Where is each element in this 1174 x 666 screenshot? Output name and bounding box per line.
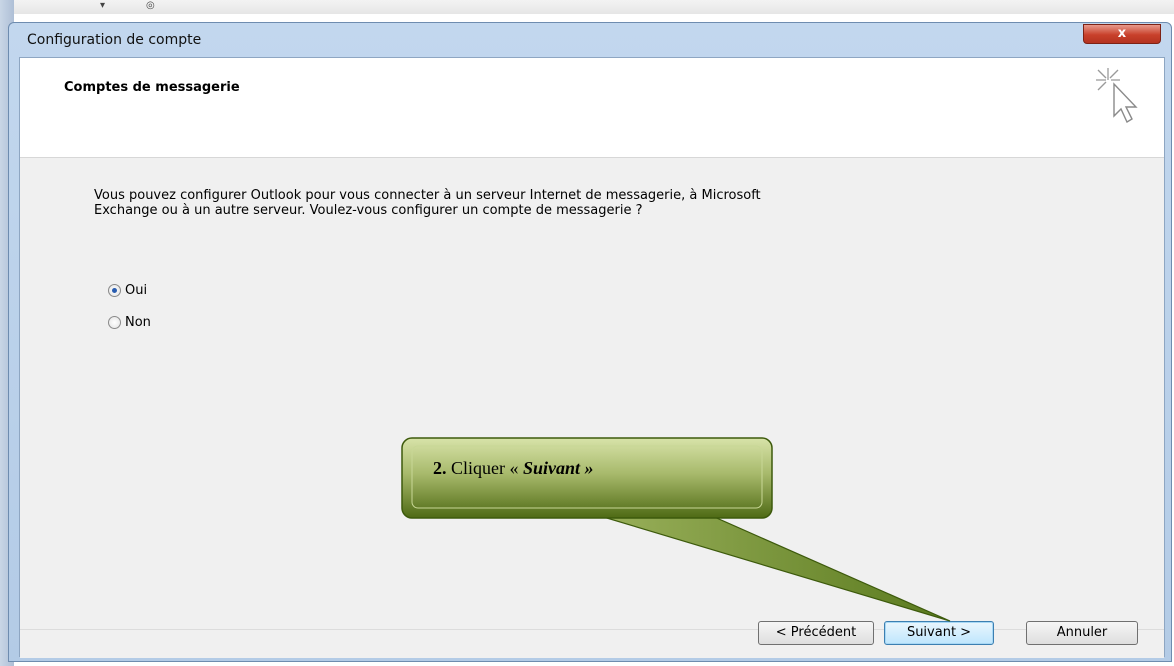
callout-annotation [401,437,951,622]
callout-instruction: Cliquer « [451,458,519,478]
callout-label: 2. Cliquer « Suivant » [433,458,594,479]
callout-step-number: 2. [433,458,447,478]
callout-emphasis: Suivant » [523,458,594,478]
callout-pointer [579,509,951,622]
